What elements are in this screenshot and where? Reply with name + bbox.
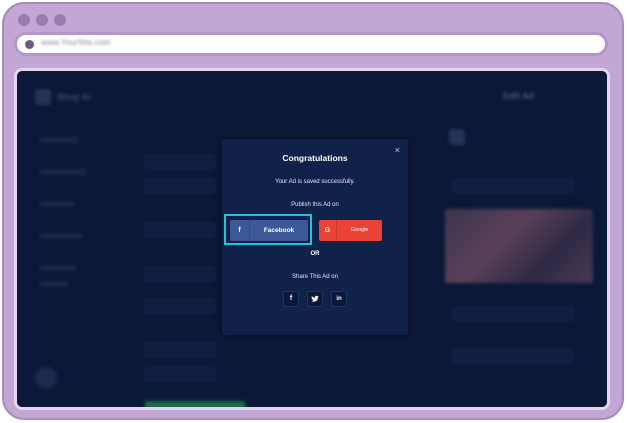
share-twitter-button[interactable] bbox=[307, 291, 323, 307]
sidebar-item[interactable] bbox=[39, 169, 87, 175]
form-field[interactable] bbox=[145, 223, 215, 237]
window-dot-icon[interactable] bbox=[36, 14, 48, 26]
share-facebook-button[interactable]: f bbox=[283, 291, 299, 307]
form-field[interactable] bbox=[145, 179, 215, 193]
window-dot-icon[interactable] bbox=[18, 14, 30, 26]
sidebar-item[interactable] bbox=[39, 201, 75, 207]
form-field[interactable] bbox=[145, 267, 215, 281]
url-text: www.YourSite.com bbox=[41, 38, 111, 47]
app-brand: Shop Ai bbox=[57, 92, 91, 102]
ad-avatar bbox=[449, 129, 465, 145]
app-screen: Shop Ai Edit Ad × Congratulations Your A… bbox=[14, 68, 610, 410]
form-field[interactable] bbox=[145, 299, 215, 313]
share-linkedin-button[interactable]: in bbox=[331, 291, 347, 307]
ad-description-field[interactable] bbox=[453, 307, 573, 321]
user-avatar[interactable] bbox=[35, 367, 57, 389]
page-title: Edit Ad bbox=[503, 91, 535, 101]
facebook-icon: f bbox=[230, 220, 250, 241]
publish-facebook-button[interactable]: f Facebook bbox=[230, 220, 308, 241]
save-button[interactable] bbox=[145, 401, 245, 407]
or-divider: OR bbox=[310, 251, 320, 257]
form-field[interactable] bbox=[145, 367, 215, 381]
ad-text-field[interactable] bbox=[453, 179, 573, 193]
sidebar-item[interactable] bbox=[39, 137, 79, 143]
ad-image bbox=[445, 209, 593, 283]
facebook-label: Facebook bbox=[263, 227, 295, 234]
facebook-icon: f bbox=[289, 295, 293, 302]
share-buttons: f in bbox=[222, 291, 408, 307]
share-label: Share This Ad on bbox=[292, 274, 338, 280]
sidebar-item[interactable] bbox=[39, 281, 69, 287]
sidebar-item[interactable] bbox=[39, 233, 83, 239]
window-dot-icon[interactable] bbox=[54, 14, 66, 26]
app-logo-icon bbox=[35, 89, 51, 105]
form-field[interactable] bbox=[145, 343, 215, 357]
site-icon bbox=[25, 40, 34, 49]
sidebar-item[interactable] bbox=[39, 265, 77, 271]
window-controls bbox=[18, 14, 66, 26]
linkedin-icon: in bbox=[336, 296, 342, 302]
address-bar[interactable]: www.YourSite.com bbox=[14, 32, 608, 56]
form-field[interactable] bbox=[145, 155, 215, 169]
modal-message: Your Ad is saved successfully. bbox=[275, 179, 355, 185]
google-icon: G bbox=[319, 220, 337, 241]
publish-google-button[interactable]: G Google bbox=[319, 220, 382, 241]
modal-title: Congratulations bbox=[282, 153, 348, 163]
google-label: Google bbox=[350, 227, 369, 233]
congratulations-modal: × Congratulations Your Ad is saved succe… bbox=[222, 139, 408, 335]
ad-link-field[interactable] bbox=[453, 349, 573, 363]
publish-label: Publish this Ad on bbox=[291, 202, 339, 208]
twitter-icon bbox=[311, 295, 319, 302]
